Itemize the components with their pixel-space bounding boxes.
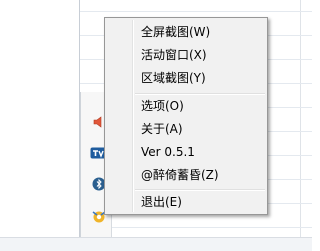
menu-item-author[interactable]: @醉倚蓄昏(Z)	[107, 164, 265, 186]
menu-item-region-capture[interactable]: 区域截图(Y)	[107, 67, 265, 89]
tray-context-menu: 全屏截图(W) 活动窗口(X) 区域截图(Y) 选项(O) 关于(A) Ver …	[104, 17, 268, 215]
menu-item-active-window-capture[interactable]: 活动窗口(X)	[107, 44, 265, 66]
menu-item-exit[interactable]: 退出(E)	[107, 191, 265, 213]
background-column-divider	[300, 0, 301, 250]
menu-item-options[interactable]: 选项(O)	[107, 95, 265, 117]
taskbar-strip	[0, 237, 312, 251]
background-row-line	[80, 227, 312, 228]
background-window-left-pane	[0, 0, 80, 250]
menu-item-version[interactable]: Ver 0.5.1	[107, 141, 265, 163]
menu-item-fullscreen-capture[interactable]: 全屏截图(W)	[107, 21, 265, 43]
menu-item-about[interactable]: 关于(A)	[107, 118, 265, 140]
background-row-line	[80, 11, 312, 12]
